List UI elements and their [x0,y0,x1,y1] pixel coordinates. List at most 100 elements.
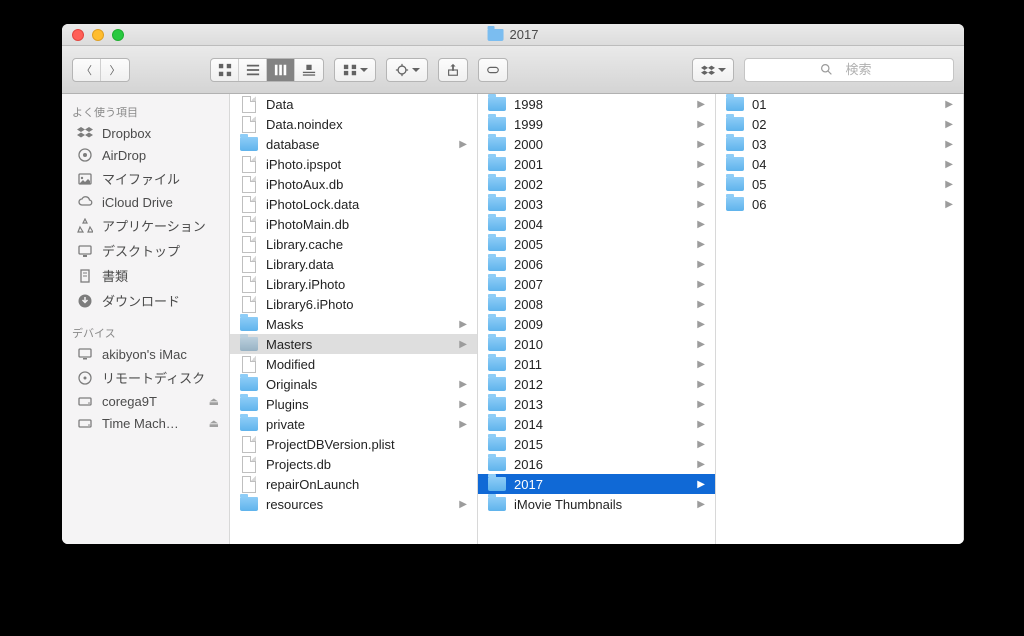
file-icon [242,296,256,313]
list-view-button[interactable] [239,59,267,81]
folder-row[interactable]: 2014▶ [478,414,715,434]
sidebar-item[interactable]: マイファイル [62,166,229,191]
sidebar-item[interactable]: iCloud Drive [62,191,229,213]
sidebar-item[interactable]: リモートディスク [62,365,229,390]
folder-row[interactable]: resources▶ [230,494,477,514]
file-row[interactable]: iPhotoMain.db [230,214,477,234]
file-row[interactable]: ProjectDBVersion.plist [230,434,477,454]
sidebar-item-label: 書類 [102,266,128,285]
file-row[interactable]: iPhotoAux.db [230,174,477,194]
folder-row[interactable]: iMovie Thumbnails▶ [478,494,715,514]
item-name: private [266,417,305,432]
icon-view-button[interactable] [211,59,239,81]
column-1[interactable]: DataData.noindexdatabase▶iPhoto.ipspotiP… [230,94,478,544]
folder-row[interactable]: 1999▶ [478,114,715,134]
column-view-button[interactable] [267,59,295,81]
coverflow-view-button[interactable] [295,59,323,81]
chevron-right-icon: ▶ [459,399,471,410]
file-row[interactable]: Library.iPhoto [230,274,477,294]
chevron-right-icon: ▶ [697,459,709,470]
folder-row[interactable]: 06▶ [716,194,963,214]
folder-row[interactable]: 05▶ [716,174,963,194]
folder-row[interactable]: 2000▶ [478,134,715,154]
eject-icon[interactable]: ⏏ [209,395,219,408]
close-button[interactable] [72,29,84,41]
sidebar-item[interactable]: ダウンロード [62,288,229,313]
view-buttons [210,58,324,82]
arrange-button[interactable] [335,59,375,81]
sidebar-item[interactable]: Dropbox [62,122,229,144]
folder-row[interactable]: Masters▶ [230,334,477,354]
minimize-button[interactable] [92,29,104,41]
item-name: 2009 [514,317,543,332]
file-row[interactable]: Data.noindex [230,114,477,134]
folder-row[interactable]: 2007▶ [478,274,715,294]
sidebar-item[interactable]: デスクトップ [62,238,229,263]
file-row[interactable]: Library.cache [230,234,477,254]
folder-row[interactable]: private▶ [230,414,477,434]
folder-row[interactable]: 2016▶ [478,454,715,474]
folder-row[interactable]: 2005▶ [478,234,715,254]
column-3[interactable]: 01▶02▶03▶04▶05▶06▶ [716,94,964,544]
folder-row[interactable]: 2013▶ [478,394,715,414]
folder-row[interactable]: 02▶ [716,114,963,134]
share-button[interactable] [439,59,467,81]
dropbox-button[interactable] [693,59,733,81]
file-row[interactable]: Library6.iPhoto [230,294,477,314]
folder-row[interactable]: 2010▶ [478,334,715,354]
file-row[interactable]: Library.data [230,254,477,274]
file-row[interactable]: iPhotoLock.data [230,194,477,214]
folder-row[interactable]: 2015▶ [478,434,715,454]
chevron-right-icon: ▶ [697,419,709,430]
folder-row[interactable]: 2003▶ [478,194,715,214]
folder-row[interactable]: 2008▶ [478,294,715,314]
file-row[interactable]: iPhoto.ipspot [230,154,477,174]
folder-row[interactable]: 2006▶ [478,254,715,274]
folder-row[interactable]: 04▶ [716,154,963,174]
folder-row[interactable]: 2017▶ [478,474,715,494]
back-button[interactable]: 〈 [73,59,101,81]
folder-row[interactable]: Originals▶ [230,374,477,394]
sidebar-item[interactable]: Time Mach…⏏ [62,412,229,434]
sidebar-item[interactable]: akibyon's iMac [62,343,229,365]
sidebar-item[interactable]: corega9T⏏ [62,390,229,412]
folder-row[interactable]: Plugins▶ [230,394,477,414]
sidebar-item-label: akibyon's iMac [102,347,187,362]
file-row[interactable]: repairOnLaunch [230,474,477,494]
folder-row[interactable]: 2011▶ [478,354,715,374]
forward-button[interactable]: 〉 [101,59,129,81]
sidebar: よく使う項目 DropboxAirDropマイファイルiCloud Driveア… [62,94,230,544]
folder-row[interactable]: 2001▶ [478,154,715,174]
sidebar-item-label: Dropbox [102,126,151,141]
item-name: Data.noindex [266,117,343,132]
sidebar-item[interactable]: アプリケーション [62,213,229,238]
folder-row[interactable]: 2009▶ [478,314,715,334]
folder-row[interactable]: 1998▶ [478,94,715,114]
search-input[interactable] [839,62,879,77]
chevron-right-icon: ▶ [697,439,709,450]
sidebar-item-label: iCloud Drive [102,195,173,210]
file-icon [242,456,256,473]
file-icon [242,276,256,293]
folder-icon [488,277,506,291]
folder-row[interactable]: Masks▶ [230,314,477,334]
folder-row[interactable]: 2012▶ [478,374,715,394]
tags-button[interactable] [479,59,507,81]
chevron-right-icon: ▶ [459,379,471,390]
folder-row[interactable]: 03▶ [716,134,963,154]
folder-row[interactable]: database▶ [230,134,477,154]
file-icon [242,256,256,273]
folder-row[interactable]: 01▶ [716,94,963,114]
column-2[interactable]: 1998▶1999▶2000▶2001▶2002▶2003▶2004▶2005▶… [478,94,716,544]
file-row[interactable]: Projects.db [230,454,477,474]
sidebar-item[interactable]: 書類 [62,263,229,288]
eject-icon[interactable]: ⏏ [209,417,219,430]
search-field[interactable] [744,58,954,82]
zoom-button[interactable] [112,29,124,41]
file-row[interactable]: Modified [230,354,477,374]
action-button[interactable] [387,59,427,81]
file-row[interactable]: Data [230,94,477,114]
folder-row[interactable]: 2004▶ [478,214,715,234]
sidebar-item[interactable]: AirDrop [62,144,229,166]
folder-row[interactable]: 2002▶ [478,174,715,194]
